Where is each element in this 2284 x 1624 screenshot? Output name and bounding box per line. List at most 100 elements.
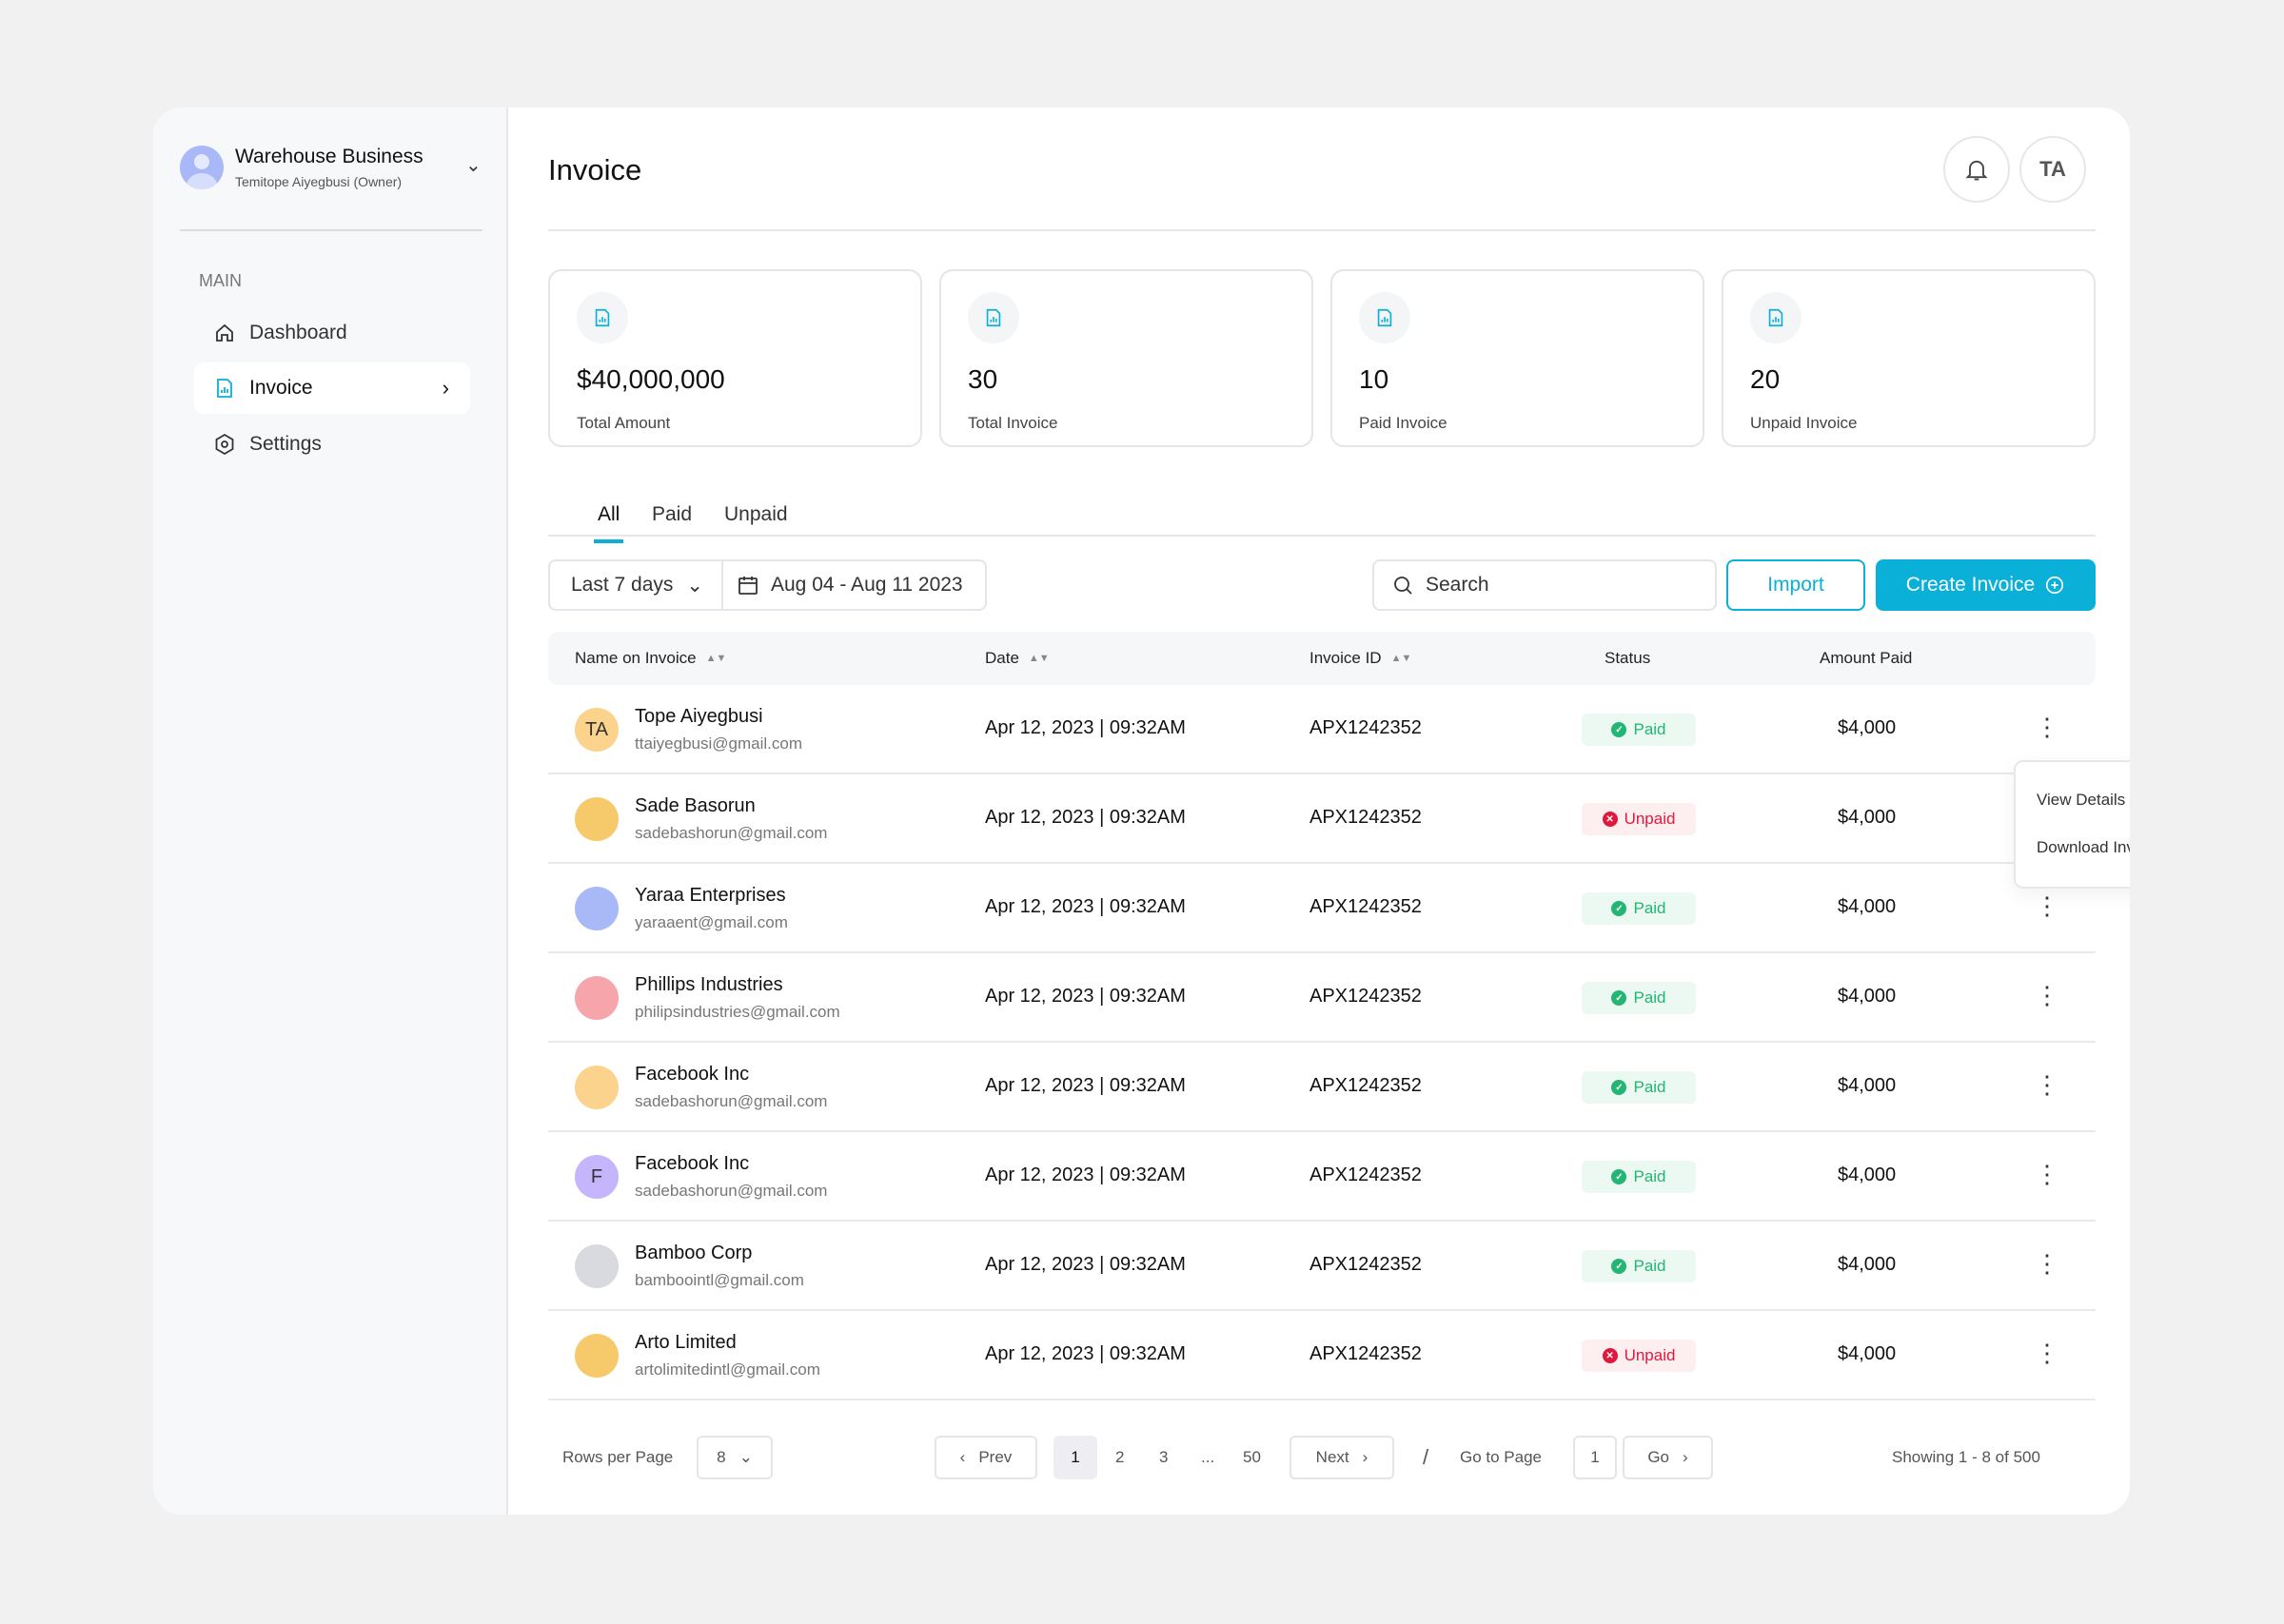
table-row[interactable]: TA Tope Aiyegbusi ttaiyegbusi@gmail.com … xyxy=(548,685,2096,774)
more-vertical-icon[interactable]: ⋮ xyxy=(2033,1244,2061,1282)
page-2[interactable]: 2 xyxy=(1115,1436,1124,1479)
go-to-page-label: Go to Page xyxy=(1460,1448,1543,1466)
invoice-icon xyxy=(968,292,1019,343)
sidebar-item-dashboard[interactable]: Dashboard xyxy=(194,307,470,359)
invoice-date: Apr 12, 2023 | 09:32AM xyxy=(985,986,1186,1007)
tab-all[interactable]: All xyxy=(593,503,624,543)
next-button[interactable]: Next › xyxy=(1290,1436,1394,1479)
status-badge: ✓ Paid xyxy=(1582,982,1696,1014)
settings-icon xyxy=(215,433,234,456)
more-vertical-icon[interactable]: ⋮ xyxy=(2033,708,2061,746)
notification-button[interactable] xyxy=(1943,136,2010,203)
amount-paid: $4,000 xyxy=(1838,1343,1897,1364)
invoice-id: APX1242352 xyxy=(1309,1075,1422,1096)
user-avatar[interactable]: TA xyxy=(2019,136,2086,203)
invoice-date: Apr 12, 2023 | 09:32AM xyxy=(985,1254,1186,1275)
workspace-switcher[interactable]: Warehouse Business Temitope Aiyegbusi (O… xyxy=(180,146,482,189)
invoice-id: APX1242352 xyxy=(1309,896,1422,917)
sidebar-item-settings[interactable]: Settings xyxy=(194,419,470,470)
table-row[interactable]: Facebook Inc sadebashorun@gmail.com Apr … xyxy=(548,1043,2096,1132)
customer-email: ttaiyegbusi@gmail.com xyxy=(635,734,802,753)
amount-paid: $4,000 xyxy=(1838,1075,1897,1096)
search-input[interactable]: Search xyxy=(1372,559,1717,611)
date-range-picker[interactable]: Aug 04 - Aug 11 2023 xyxy=(723,561,963,609)
table-row[interactable]: Yaraa Enterprises yaraaent@gmail.com Apr… xyxy=(548,864,2096,953)
chevron-down-icon[interactable]: ⌄ xyxy=(465,153,482,177)
prev-button[interactable]: ‹ Prev xyxy=(935,1436,1037,1479)
chevron-left-icon: ‹ xyxy=(959,1448,966,1466)
bell-icon xyxy=(1965,160,1988,181)
customer-email: bambooint​l@gmail.com xyxy=(635,1271,804,1289)
chevron-right-icon: › xyxy=(442,376,449,400)
invoice-date: Apr 12, 2023 | 09:32AM xyxy=(985,807,1186,828)
invoice-date: Apr 12, 2023 | 09:32AM xyxy=(985,1343,1186,1364)
column-invoice-id[interactable]: Invoice ID ▲▼ xyxy=(1309,649,1411,668)
status-badge: ✓ Paid xyxy=(1582,892,1696,925)
avatar xyxy=(575,1066,619,1109)
check-circle-icon: ✓ xyxy=(1611,1080,1627,1095)
table-row[interactable]: Arto Limited artolimitedintl@gmail.com A… xyxy=(548,1311,2096,1400)
avatar: TA xyxy=(575,708,619,752)
column-name[interactable]: Name on Invoice ▲▼ xyxy=(575,649,726,668)
page-50[interactable]: 50 xyxy=(1243,1436,1261,1479)
tab-bar: All Paid Unpaid xyxy=(548,488,2096,543)
menu-item-download-invoice[interactable]: Download Invoice xyxy=(2037,838,2130,857)
column-date[interactable]: Date ▲▼ xyxy=(985,649,1050,668)
more-vertical-icon[interactable]: ⋮ xyxy=(2033,887,2061,925)
page-ellipsis: ... xyxy=(1201,1448,1215,1466)
more-vertical-icon[interactable]: ⋮ xyxy=(2033,1155,2061,1193)
amount-paid: $4,000 xyxy=(1838,896,1897,917)
invoice-id: APX1242352 xyxy=(1309,1343,1422,1364)
rows-per-page-label: Rows per Page xyxy=(562,1448,674,1466)
table-row[interactable]: F Facebook Inc sadebashorun@gmail.com Ap… xyxy=(548,1132,2096,1222)
more-vertical-icon[interactable]: ⋮ xyxy=(2033,1066,2061,1104)
create-invoice-button[interactable]: Create Invoice xyxy=(1876,559,2096,611)
stat-card: $40,000,000 Total Amount xyxy=(548,269,922,447)
invoice-id: APX1242352 xyxy=(1309,1254,1422,1275)
status-badge: ✓ Paid xyxy=(1582,714,1696,746)
go-to-page-input[interactable]: 1 xyxy=(1573,1436,1617,1479)
row-action-menu: View Details Download Invoice xyxy=(2014,760,2130,889)
go-button[interactable]: Go › xyxy=(1623,1436,1713,1479)
invoice-id: APX1242352 xyxy=(1309,986,1422,1007)
rows-per-page-select[interactable]: 8 ⌄ xyxy=(697,1436,773,1479)
more-vertical-icon[interactable]: ⋮ xyxy=(2033,976,2061,1014)
status-badge: ✕ Unpaid xyxy=(1582,1340,1696,1372)
customer-name: Phillips Industries xyxy=(635,974,783,995)
table-header: Name on Invoice ▲▼ Date ▲▼ Invoice ID ▲▼ St… xyxy=(548,632,2096,685)
stat-label: Total Invoice xyxy=(968,414,1058,432)
invoice-id: APX1242352 xyxy=(1309,807,1422,828)
more-vertical-icon[interactable]: ⋮ xyxy=(2033,1334,2061,1372)
avatar xyxy=(575,1244,619,1288)
chevron-right-icon: › xyxy=(1683,1448,1688,1466)
chevron-down-icon: ⌄ xyxy=(686,574,704,597)
table-row[interactable]: Sade Basorun sadebashorun@gmail.com Apr … xyxy=(548,774,2096,864)
stat-card: 30 Total Invoice xyxy=(939,269,1313,447)
invoice-icon xyxy=(577,292,628,343)
invoice-icon xyxy=(1359,292,1410,343)
sidebar-item-invoice[interactable]: Invoice › xyxy=(194,362,470,414)
tab-paid[interactable]: Paid xyxy=(652,503,692,526)
amount-paid: $4,000 xyxy=(1838,1164,1897,1185)
table-row[interactable]: Phillips Industries philipsindustries@gm… xyxy=(548,953,2096,1043)
search-placeholder: Search xyxy=(1426,574,1489,596)
stat-card: 10 Paid Invoice xyxy=(1330,269,1704,447)
page-1[interactable]: 1 xyxy=(1053,1436,1097,1479)
page-3[interactable]: 3 xyxy=(1159,1436,1168,1479)
page-title: Invoice xyxy=(548,153,642,186)
check-circle-icon: ✓ xyxy=(1611,722,1627,737)
tab-unpaid[interactable]: Unpaid xyxy=(724,503,788,526)
amount-paid: $4,000 xyxy=(1838,986,1897,1007)
stat-value: 10 xyxy=(1359,364,1389,394)
amount-paid: $4,000 xyxy=(1838,807,1897,828)
range-select[interactable]: Last 7 days ⌄ xyxy=(550,561,723,609)
status-badge: ✓ Paid xyxy=(1582,1161,1696,1193)
customer-name: Bamboo Corp xyxy=(635,1242,753,1263)
menu-item-view-details[interactable]: View Details xyxy=(2037,791,2125,810)
divider xyxy=(548,229,2096,231)
import-button[interactable]: Import xyxy=(1726,559,1865,611)
sidebar-item-label: Dashboard xyxy=(249,322,347,343)
showing-count: Showing 1 - 8 of 500 xyxy=(1892,1448,2040,1466)
stat-label: Total Amount xyxy=(577,414,671,432)
table-row[interactable]: Bamboo Corp bambooint​l@gmail.com Apr 12… xyxy=(548,1222,2096,1311)
